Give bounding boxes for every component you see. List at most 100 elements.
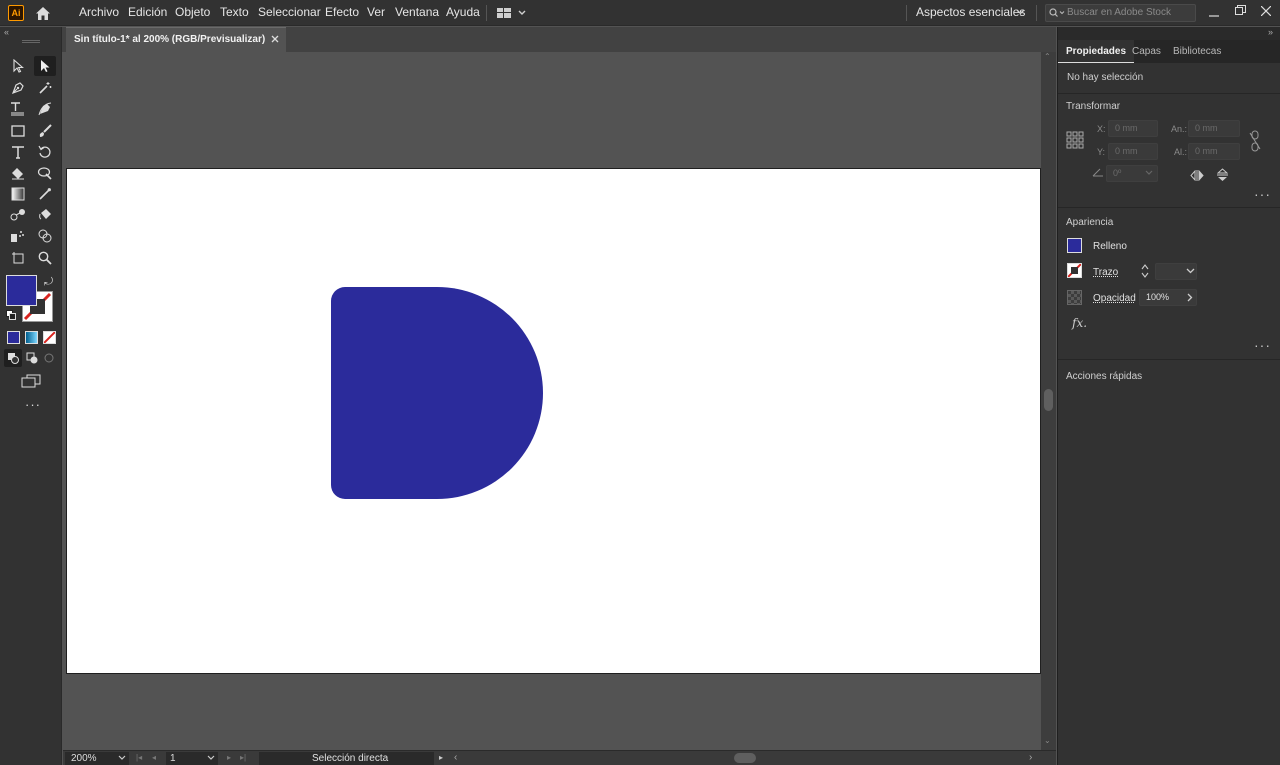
fill-color-swatch[interactable] (1067, 238, 1082, 253)
shape-builder-tool-icon[interactable] (34, 226, 56, 246)
scroll-left-icon[interactable]: ‹ (454, 752, 457, 763)
menu-ayuda[interactable]: Ayuda (446, 0, 480, 26)
current-tool-status: Selección directa (312, 753, 389, 764)
height-input[interactable]: 0 mm (1188, 143, 1240, 160)
menu-edicion[interactable]: Edición (128, 0, 167, 26)
next-artboard-icon[interactable]: ▸ (227, 753, 231, 762)
workspace-switcher[interactable]: Aspectos esenciales (916, 0, 1025, 26)
direct-selection-tool-icon[interactable] (34, 56, 56, 76)
restore-window-button[interactable] (1232, 3, 1248, 17)
effects-fx-button[interactable]: fx. (1072, 316, 1087, 330)
eraser-tool-icon[interactable] (7, 163, 29, 183)
menu-archivo[interactable]: Archivo (79, 0, 119, 26)
arrange-documents-button[interactable] (495, 4, 529, 22)
selection-tool-icon[interactable] (7, 56, 29, 76)
type-tool-icon[interactable] (7, 142, 29, 162)
more-appearance-options-icon[interactable]: ··· (1254, 338, 1271, 352)
eyedropper-tool-icon[interactable] (34, 184, 56, 204)
symbol-sprayer-tool-icon[interactable] (7, 226, 29, 246)
previous-artboard-icon[interactable]: ◂ (152, 753, 156, 762)
edit-toolbar-more-icon[interactable]: ··· (25, 397, 41, 412)
status-info-field[interactable]: Selección directa (259, 752, 434, 765)
menu-efecto[interactable]: Efecto (325, 0, 359, 26)
y-input[interactable]: 0 mm (1108, 143, 1158, 160)
swap-fill-stroke-icon[interactable]: ⤾ (44, 276, 53, 289)
rectangle-tool-icon[interactable] (7, 121, 29, 141)
opacity-value: 100% (1146, 292, 1170, 302)
tab-capas[interactable]: Capas (1132, 40, 1161, 63)
constrain-proportions-icon[interactable] (1249, 130, 1261, 152)
d-shape-object[interactable] (331, 287, 545, 500)
none-mode-button[interactable] (43, 331, 56, 344)
color-mode-button[interactable] (7, 331, 20, 344)
gradient-tool-icon[interactable] (7, 184, 29, 204)
stock-search-input[interactable]: Buscar en Adobe Stock (1045, 4, 1196, 22)
fill-swatch[interactable] (6, 275, 37, 306)
status-menu-arrow-icon[interactable]: ▸ (439, 753, 443, 762)
menu-seleccionar[interactable]: Seleccionar (258, 0, 321, 26)
magic-wand-tool-icon[interactable] (34, 78, 56, 98)
flip-vertical-icon[interactable] (1217, 168, 1228, 182)
change-screen-mode-icon[interactable] (20, 371, 42, 391)
stroke-label[interactable]: Trazo (1093, 267, 1118, 278)
more-transform-options-icon[interactable]: ··· (1254, 187, 1271, 201)
draw-inside-icon[interactable] (40, 349, 58, 367)
scroll-down-icon[interactable]: ⌄ (1044, 736, 1051, 745)
tab-propiedades[interactable]: Propiedades (1058, 40, 1135, 63)
scroll-right-icon[interactable]: › (1029, 752, 1032, 763)
vertical-scroll-thumb[interactable] (1044, 389, 1053, 411)
width-input[interactable]: 0 mm (1188, 120, 1240, 137)
default-colors-icon[interactable] (6, 310, 16, 320)
chevron-down-icon (1145, 170, 1153, 176)
flip-horizontal-icon[interactable] (1190, 170, 1204, 181)
stroke-weight-input[interactable] (1155, 263, 1197, 280)
stroke-weight-stepper[interactable] (1140, 263, 1154, 279)
horizontal-scroll-thumb[interactable] (734, 753, 756, 763)
first-artboard-icon[interactable]: |◂ (136, 753, 142, 762)
panel-header-strip: » (1058, 27, 1280, 40)
artboard[interactable] (66, 168, 1041, 674)
menu-objeto[interactable]: Objeto (175, 0, 210, 26)
vertical-scrollbar[interactable]: ⌃ ⌄ (1041, 52, 1056, 750)
pen-tool-icon[interactable] (7, 78, 29, 98)
home-icon[interactable] (33, 4, 53, 22)
section-divider (1058, 93, 1280, 94)
reference-point-cell (1072, 137, 1078, 143)
opacity-input[interactable]: 100% (1139, 289, 1197, 306)
rotate-tool-icon[interactable] (34, 142, 56, 162)
menu-ventana[interactable]: Ventana (395, 0, 439, 26)
angle-input[interactable]: 0º (1106, 165, 1158, 182)
artboard-number-select[interactable]: 1 (166, 752, 218, 765)
draw-behind-icon[interactable] (23, 349, 41, 367)
live-paint-bucket-icon[interactable] (34, 205, 56, 225)
paintbrush-tool-icon[interactable] (34, 121, 56, 141)
draw-normal-icon[interactable] (4, 349, 22, 367)
curvature-tool-icon[interactable] (34, 99, 56, 119)
minimize-window-button[interactable] (1206, 5, 1222, 19)
last-artboard-icon[interactable]: ▸| (240, 753, 246, 762)
menu-texto[interactable]: Texto (220, 0, 249, 26)
scroll-up-icon[interactable]: ⌃ (1044, 52, 1051, 61)
gradient-mode-button[interactable] (25, 331, 38, 344)
tab-bibliotecas[interactable]: Bibliotecas (1173, 40, 1221, 63)
document-tab[interactable]: Sin título-1* al 200% (RGB/Previsualizar… (66, 27, 286, 52)
collapse-panel-icon[interactable]: » (1268, 27, 1273, 37)
blend-tool-icon[interactable] (7, 205, 29, 225)
toolbar-grip[interactable] (22, 40, 40, 43)
zoom-select[interactable]: 200% (65, 752, 129, 765)
opacity-label[interactable]: Opacidad (1093, 293, 1136, 304)
zoom-tool-icon[interactable] (34, 248, 56, 268)
x-input[interactable]: 0 mm (1108, 120, 1158, 137)
menu-divider (906, 5, 907, 21)
menu-ver[interactable]: Ver (367, 0, 385, 26)
stroke-color-swatch[interactable] (1067, 263, 1082, 278)
collapse-toolbar-icon[interactable]: « (4, 27, 9, 37)
chevron-down-icon[interactable] (1016, 9, 1025, 15)
type-on-path-tool-icon[interactable] (7, 99, 29, 119)
close-window-button[interactable] (1258, 4, 1274, 18)
reference-point-icon[interactable] (1066, 131, 1084, 149)
opacity-icon[interactable] (1067, 290, 1082, 305)
close-tab-icon[interactable] (271, 35, 279, 43)
artboard-tool-icon[interactable] (7, 248, 29, 268)
free-transform-tool-icon[interactable] (34, 163, 56, 183)
